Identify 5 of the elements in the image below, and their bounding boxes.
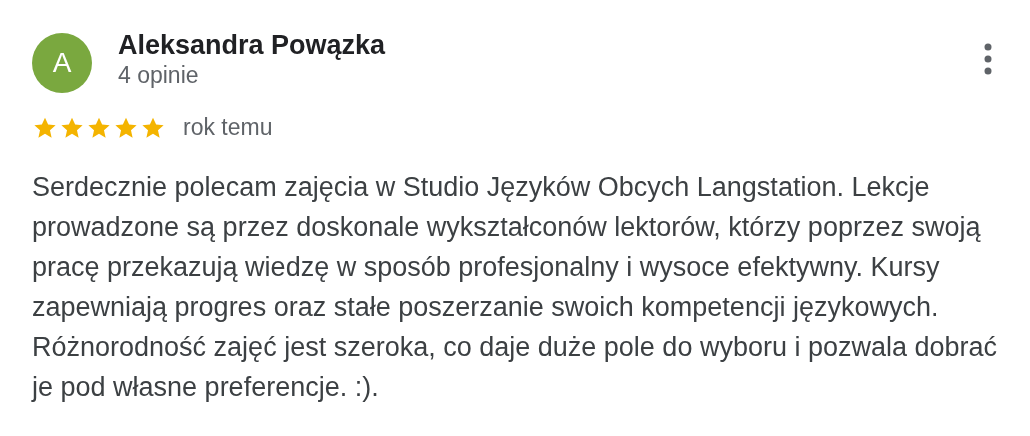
author-name[interactable]: Aleksandra Powązka [118, 29, 386, 61]
more-options-icon[interactable] [982, 41, 994, 77]
review-count: 4 opinie [118, 61, 200, 89]
review-time: rok temu [183, 114, 273, 141]
review-text: Serdecznie polecam zajęcia w Studio Języków Obcych Langstation. Lekcje prowadzone są przez doskonale wykształconów lektorów, którzy poprzez swoją pracę przekazują wiedzę w sposób profesjonalny i wysoce efektywny. Kursy zapewniają progres oraz stałe poszerzanie swoich kompetencji językowych. Różnorodność zajęć jest szeroka, co daje duże pole do wyboru i pozwala dobrać je pod własne preferencje. :). [32, 171, 999, 404]
